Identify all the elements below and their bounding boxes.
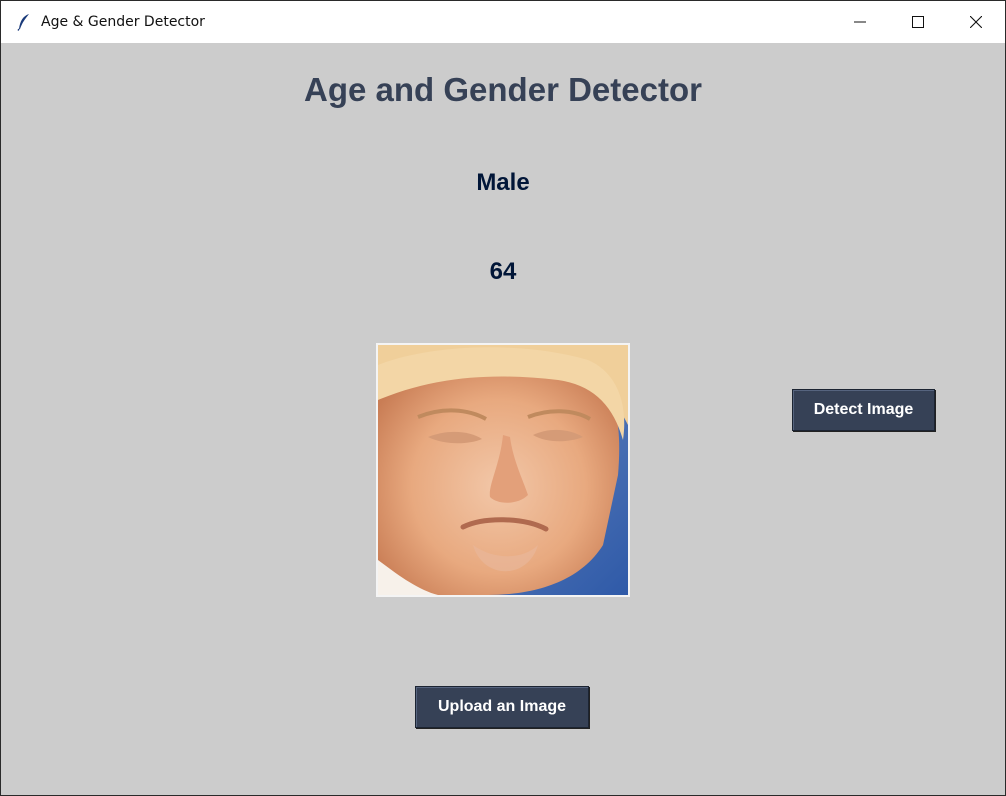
uploaded-image: [376, 343, 630, 597]
minimize-button[interactable]: [831, 1, 889, 43]
window-controls: [831, 1, 1005, 43]
main-content: Age and Gender Detector Male 64 Detect I…: [1, 43, 1005, 795]
feather-icon: [15, 13, 33, 31]
detect-image-button[interactable]: Detect Image: [792, 389, 935, 431]
window-title: Age & Gender Detector: [41, 14, 205, 30]
age-result: 64: [489, 258, 517, 285]
upload-image-button[interactable]: Upload an Image: [415, 686, 589, 728]
face-photo-illustration: [378, 345, 628, 595]
close-button[interactable]: [947, 1, 1005, 43]
minimize-icon: [854, 21, 866, 23]
app-window: Age & Gender Detector Age and Gender Det…: [0, 0, 1006, 796]
title-bar[interactable]: Age & Gender Detector: [1, 1, 1005, 43]
gender-result: Male: [476, 169, 530, 196]
page-title: Age and Gender Detector: [304, 71, 702, 108]
maximize-button[interactable]: [889, 1, 947, 43]
maximize-icon: [912, 16, 924, 28]
close-icon: [970, 16, 982, 28]
